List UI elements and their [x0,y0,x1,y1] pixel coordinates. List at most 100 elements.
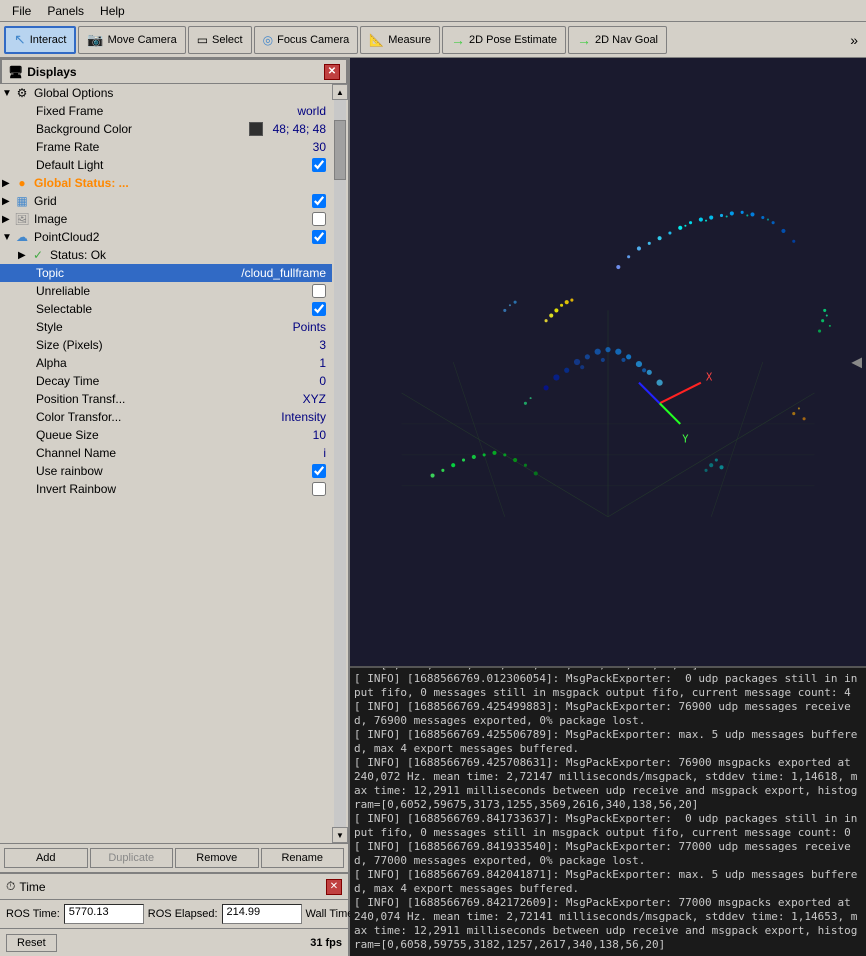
pointcloud2-checkbox[interactable] [312,230,326,244]
expand-icon[interactable]: ▼ [2,232,14,243]
ros-elapsed-value[interactable]: 214.99 [222,904,302,924]
menu-panels[interactable]: Panels [39,2,92,20]
use-rainbow-checkbox[interactable] [312,464,326,478]
menu-file[interactable]: File [4,2,39,20]
list-item[interactable]: ▼ ☁ PointCloud2 [0,228,332,246]
expand-icon[interactable]: ▶ [2,196,14,207]
item-label: Style [34,320,289,334]
measure-label: Measure [388,34,431,46]
item-label: PointCloud2 [32,230,312,244]
scroll-up-button[interactable]: ▲ [332,84,348,100]
list-item[interactable]: Frame Rate 30 [0,138,332,156]
list-item[interactable]: Decay Time 0 [0,372,332,390]
list-item[interactable]: Queue Size 10 [0,426,332,444]
item-value: XYZ [299,392,330,406]
menu-help[interactable]: Help [92,2,133,20]
move-camera-label: Move Camera [108,34,177,46]
list-item[interactable]: Color Transfor... Intensity [0,408,332,426]
list-item[interactable]: ▼ ⚙ Global Options [0,84,332,102]
list-item[interactable]: Channel Name i [0,444,332,462]
list-item[interactable]: Size (Pixels) 3 [0,336,332,354]
toolbar-interact-button[interactable]: ↖ Interact [4,26,76,54]
list-item[interactable]: ▶ ● Global Status: ... [0,174,332,192]
expand-icon[interactable]: ▶ [18,250,30,261]
ros-time-value[interactable]: 5770.13 [64,904,144,924]
toolbar-2d-pose-button[interactable]: → 2D Pose Estimate [442,26,566,54]
toolbar-measure-button[interactable]: 📐 Measure [360,26,440,54]
reset-button[interactable]: Reset [6,934,57,952]
item-label: Channel Name [34,446,319,460]
scroll-thumb[interactable] [334,120,346,180]
select-label: Select [212,34,243,46]
rename-button[interactable]: Rename [261,848,345,868]
expand-icon[interactable]: ▶ [2,214,14,225]
list-item[interactable]: Alpha 1 [0,354,332,372]
invert-rainbow-checkbox[interactable] [312,482,326,496]
list-item[interactable]: Invert Rainbow [0,480,332,498]
toolbar-select-button[interactable]: ▭ Select [188,26,252,54]
item-label: Selectable [34,302,312,316]
list-item[interactable]: Style Points [0,318,332,336]
scrollbar[interactable]: ▲ ▼ [332,84,348,843]
time-panel-close-button[interactable]: ✕ [326,879,342,895]
3d-viewport[interactable]: X Y ◀ [350,58,866,666]
item-label: Global Options [32,86,330,100]
list-item[interactable]: Background Color 48; 48; 48 [0,120,332,138]
nav-icon: → [577,32,591,48]
list-item[interactable]: Unreliable [0,282,332,300]
tree-list: ▼ ⚙ Global Options Fixed Frame world [0,84,332,843]
toolbar-2d-nav-button[interactable]: → 2D Nav Goal [568,26,667,54]
topic-value: /cloud_fullframe [237,266,330,280]
item-label: Queue Size [34,428,309,442]
item-value: 3 [315,338,330,352]
list-item[interactable]: Use rainbow [0,462,332,480]
focus-label: Focus Camera [277,34,349,46]
list-item[interactable]: Selectable [0,300,332,318]
item-label: Alpha [34,356,315,370]
svg-text:X: X [706,372,713,384]
log-line: [ INFO] [1688566769.425708631]: MsgPackE… [354,756,862,812]
list-item[interactable]: Position Transf... XYZ [0,390,332,408]
default-light-checkbox[interactable] [312,158,326,172]
list-item[interactable]: Fixed Frame world [0,102,332,120]
log-line: [ INFO] [1688566769.012306054]: MsgPackE… [354,672,862,700]
toolbar-more-icon[interactable]: » [846,30,862,50]
displays-panel-title: 🖥 Displays [8,65,77,79]
log-area[interactable]: [ INFO] [1688566768.593627529]: MsgPackE… [350,666,866,956]
status-area: Reset 31 fps [0,928,348,956]
image-icon: 🖼 [14,212,30,226]
left-panel: 🖥 Displays ✕ ▼ ⚙ Global Options [0,58,350,956]
check-icon: ✓ [30,248,46,262]
select-icon: ▭ [197,33,208,47]
list-item[interactable]: Default Light [0,156,332,174]
toolbar: ↖ Interact 📷 Move Camera ▭ Select ◎ Focu… [0,22,866,58]
image-checkbox[interactable] [312,212,326,226]
expand-icon[interactable]: ▼ [2,88,14,99]
item-label: Use rainbow [34,464,312,478]
unreliable-checkbox[interactable] [312,284,326,298]
color-swatch [249,122,263,136]
menu-bar: File Panels Help [0,0,866,22]
item-value: Points [289,320,330,334]
toolbar-move-camera-button[interactable]: 📷 Move Camera [78,26,185,54]
warning-icon: ● [14,176,30,190]
toolbar-focus-camera-button[interactable]: ◎ Focus Camera [254,26,359,54]
item-label: Image [32,212,312,226]
remove-button[interactable]: Remove [175,848,259,868]
grid-icon: ▦ [14,194,30,208]
item-label: Fixed Frame [34,104,293,118]
displays-panel-close-button[interactable]: ✕ [324,64,340,80]
duplicate-button[interactable]: Duplicate [90,848,174,868]
grid-checkbox[interactable] [312,194,326,208]
list-item[interactable]: Topic /cloud_fullframe [0,264,332,282]
interact-icon: ↖ [14,31,26,48]
add-button[interactable]: Add [4,848,88,868]
selectable-checkbox[interactable] [312,302,326,316]
expand-icon[interactable]: ▶ [2,178,14,189]
list-item[interactable]: ▶ 🖼 Image [0,210,332,228]
scroll-down-button[interactable]: ▼ [332,827,348,843]
list-item[interactable]: ▶ ✓ Status: Ok [0,246,332,264]
displays-panel-header: 🖥 Displays ✕ [0,58,348,84]
viewport-collapse-icon[interactable]: ◀ [851,354,862,371]
list-item[interactable]: ▶ ▦ Grid [0,192,332,210]
